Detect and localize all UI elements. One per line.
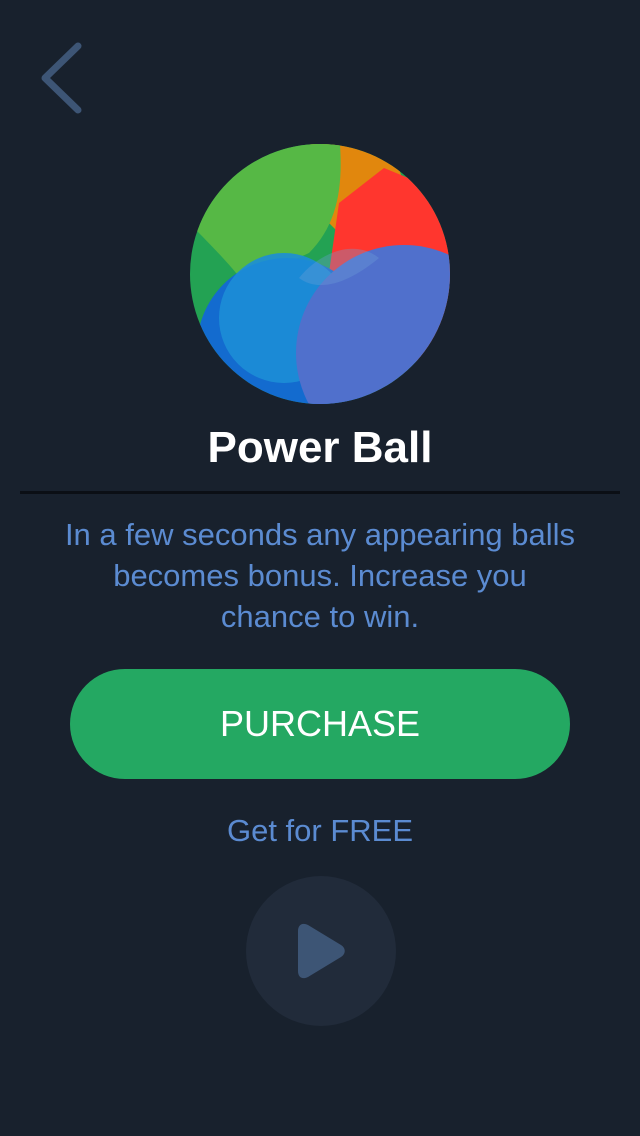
chevron-left-icon	[41, 42, 82, 114]
power-ball-icon	[189, 143, 451, 405]
play-button[interactable]	[246, 876, 396, 1026]
item-description: In a few seconds any appearing balls bec…	[64, 517, 576, 634]
purchase-button[interactable]: PURCHASE	[70, 669, 570, 779]
get-free-link[interactable]: Get for FREE	[0, 810, 640, 852]
item-title: Power Ball	[207, 423, 433, 472]
play-icon	[298, 923, 345, 979]
divider	[20, 491, 620, 494]
back-button[interactable]	[30, 36, 100, 120]
